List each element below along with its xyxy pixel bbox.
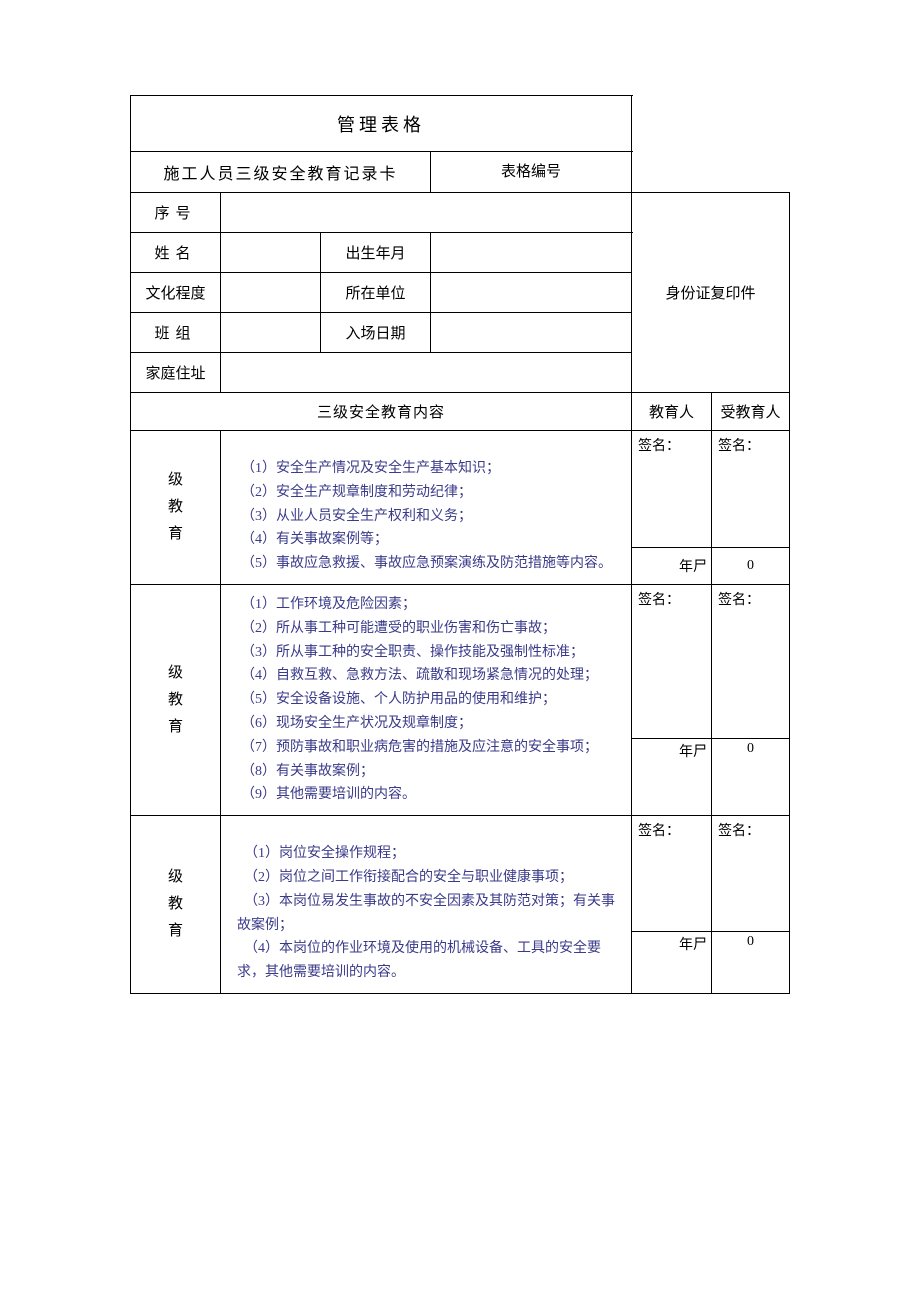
- level-a-trainee-sign: 签名：: [712, 431, 790, 548]
- entry-value: [431, 313, 632, 353]
- unit-value: [431, 273, 632, 313]
- level-b-zero: 0: [712, 739, 790, 816]
- subtitle-cell: 施工人员三级安全教育记录卡: [131, 152, 431, 193]
- level-a-content: （1）安全生产情况及安全生产基本知识； （2）安全生产规章制度和劳动纪律； （3…: [221, 431, 632, 585]
- name-value: [221, 233, 321, 273]
- level-c-zero: 0: [712, 932, 790, 994]
- address-label: 家庭住址: [131, 353, 221, 393]
- level-a-date: 年尸: [632, 548, 712, 585]
- level-c-trainee-sign: 签名：: [712, 816, 790, 932]
- level-a-educator-sign: 签名：: [632, 431, 712, 548]
- edu-label: 文化程度: [131, 273, 221, 313]
- level-c-content: （1）岗位安全操作规程； （2）岗位之间工作衔接配合的安全与职业健康事项； （3…: [221, 816, 632, 994]
- level-c-label: 级教育: [131, 816, 221, 994]
- level-c-educator-sign: 签名：: [632, 816, 712, 932]
- level-a-label: 级教育: [131, 431, 221, 585]
- address-value: [221, 353, 632, 393]
- level-c-date: 年尸: [632, 932, 712, 994]
- educator-label: 教育人: [632, 393, 712, 431]
- level-b-educator-sign: 签名：: [632, 584, 712, 738]
- dob-value: [431, 233, 632, 273]
- name-label: 姓名: [131, 233, 221, 273]
- unit-label: 所在单位: [321, 273, 431, 313]
- content-header: 三级安全教育内容: [131, 393, 632, 431]
- edu-value: [221, 273, 321, 313]
- level-b-content: （1）工作环境及危险因素； （2）所从事工种可能遭受的职业伤害和伤亡事故； （3…: [221, 584, 632, 815]
- level-b-date: 年尸: [632, 739, 712, 816]
- dob-label: 出生年月: [321, 233, 431, 273]
- team-value: [221, 313, 321, 353]
- team-label: 班组: [131, 313, 221, 353]
- trainee-label: 受教育人: [712, 393, 790, 431]
- level-b-trainee-sign: 签名：: [712, 584, 790, 738]
- title-cell: 管理表格: [131, 96, 632, 152]
- level-a-zero: 0: [712, 548, 790, 585]
- seq-label: 序号: [131, 193, 221, 233]
- id-copy-cell: 身份证复印件: [632, 193, 790, 393]
- seq-value: [221, 193, 632, 233]
- form-number-label: 表格编号: [431, 152, 632, 193]
- entry-label: 入场日期: [321, 313, 431, 353]
- form-table: 管理表格 施工人员三级安全教育记录卡 表格编号 序号 身份证复印件 姓名 出生年…: [130, 95, 790, 994]
- level-b-label: 级教育: [131, 584, 221, 815]
